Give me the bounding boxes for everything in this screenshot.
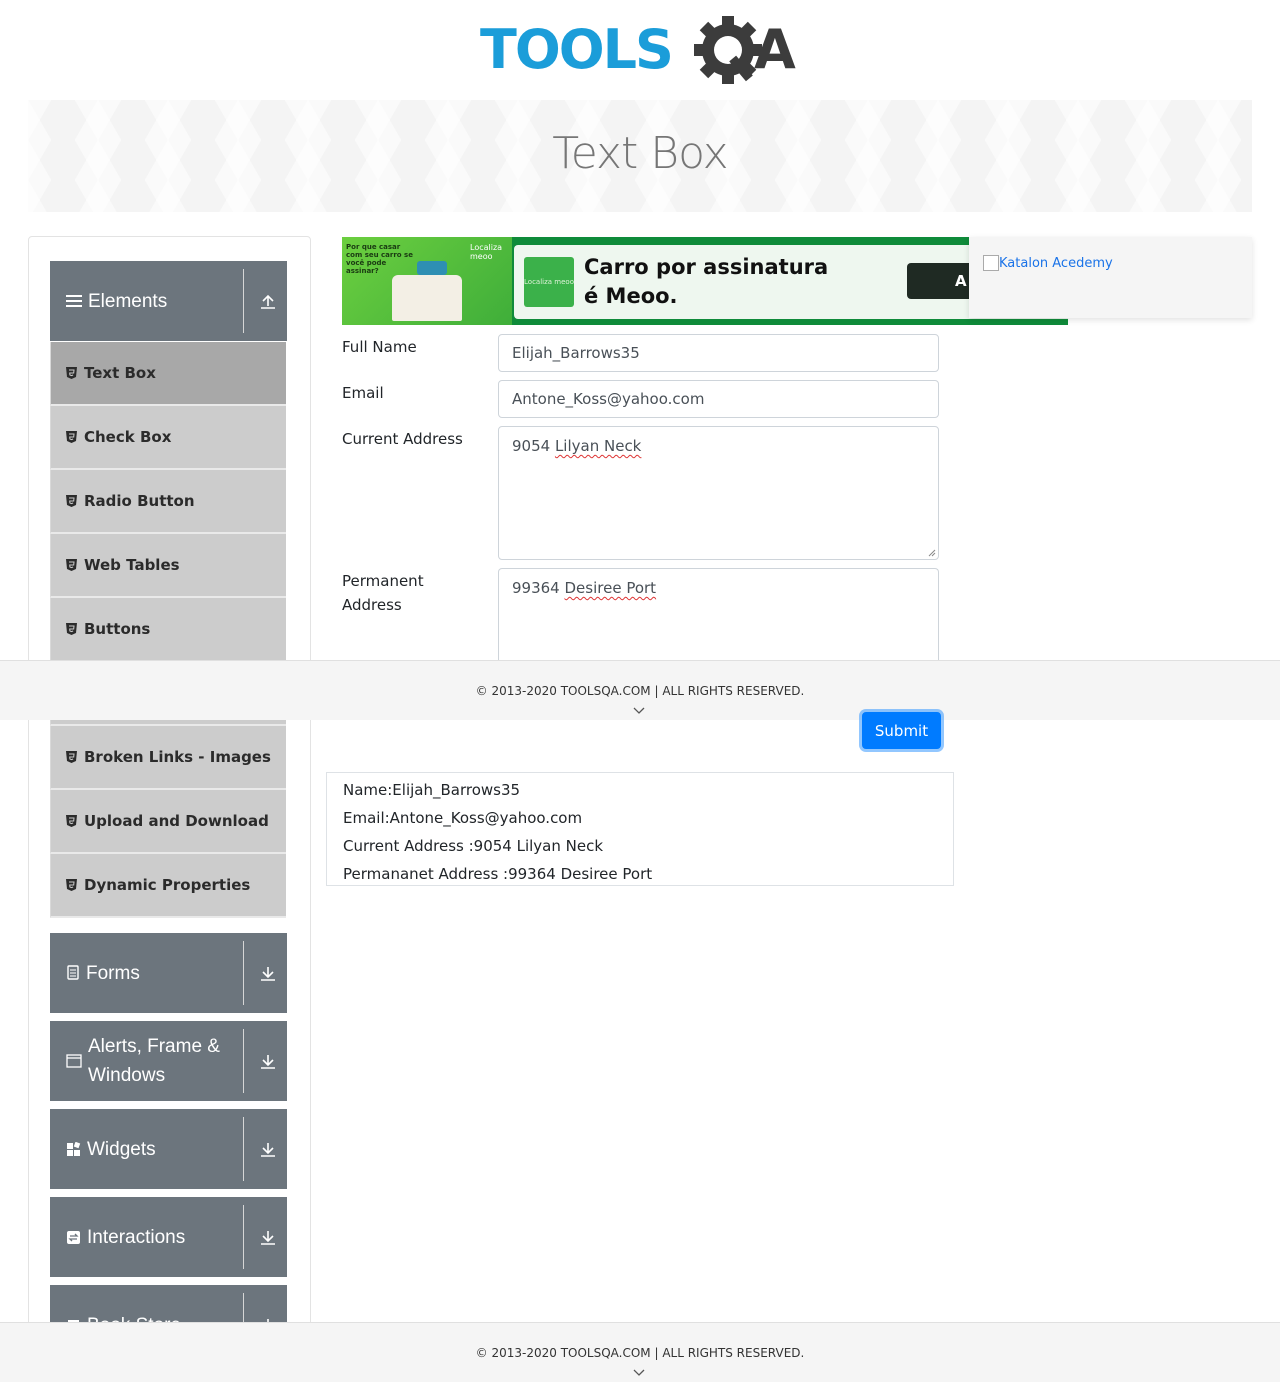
copyright-text: © 2013-2020 TOOLSQA.COM | ALL RIGHTS RES… xyxy=(475,684,805,698)
sidebar-item-text-box[interactable]: Text Box xyxy=(50,342,286,406)
html5-icon xyxy=(66,815,77,827)
html5-icon xyxy=(66,623,77,635)
group-label: Alerts, Frame & Windows xyxy=(88,1036,220,1086)
sidebar-item-label: Radio Button xyxy=(84,492,195,510)
cake-illustration xyxy=(392,275,462,321)
expand-arrow-icon[interactable] xyxy=(258,1227,278,1247)
group-label: Interactions xyxy=(87,1226,186,1248)
full-name-input[interactable]: Elijah_Barrows35 xyxy=(498,334,939,372)
group-header-alerts[interactable]: Alerts, Frame & Windows xyxy=(50,1021,287,1101)
submit-button[interactable]: Submit xyxy=(862,712,941,749)
broken-image-icon xyxy=(983,255,999,271)
permanent-address-label: Permanent Address xyxy=(342,572,424,614)
current-address-label: Current Address xyxy=(342,430,463,448)
divider xyxy=(243,269,244,333)
sidebar-item-label: Upload and Download xyxy=(84,812,269,830)
side-advertisement[interactable]: Katalon Acedemy xyxy=(969,237,1252,318)
sidebar-item-label: Dynamic Properties xyxy=(84,876,251,894)
output-email: Email:Antone_Koss@yahoo.com xyxy=(343,809,583,827)
hamburger-icon xyxy=(66,295,82,307)
expand-arrow-icon[interactable] xyxy=(258,963,278,983)
output-name: Name:Elijah_Barrows35 xyxy=(343,781,521,799)
image-alt-text: Katalon Acedemy xyxy=(999,255,1113,271)
logo-text-a: A xyxy=(754,18,796,81)
divider xyxy=(243,941,244,1005)
html5-icon xyxy=(66,495,77,507)
ad-logo: Localiza meoo xyxy=(524,257,574,307)
widgets-icon xyxy=(67,1141,81,1156)
advertisement-banner[interactable]: Por que casar com seu carro se você pode… xyxy=(342,237,1068,325)
group-header-interactions[interactable]: Interactions xyxy=(50,1197,287,1277)
sidebar-item-label: Check Box xyxy=(84,428,172,446)
divider xyxy=(243,1117,244,1181)
gear-icon xyxy=(694,16,762,84)
expand-arrow-icon[interactable] xyxy=(258,1139,278,1159)
group-label: Elements xyxy=(88,290,168,312)
document-icon xyxy=(67,965,79,980)
full-name-label: Full Name xyxy=(342,338,417,356)
ad-headline: Carro por assinatura é Meoo. xyxy=(584,255,829,308)
sidebar-item-label: Text Box xyxy=(84,364,156,382)
current-address-textarea[interactable]: 9054 Lilyan Neck xyxy=(498,426,939,560)
sidebar-item-upload-download[interactable]: Upload and Download xyxy=(50,790,286,854)
sidebar-item-buttons[interactable]: Buttons xyxy=(50,598,286,662)
sidebar-item-label: Web Tables xyxy=(84,556,180,574)
html5-icon xyxy=(66,559,77,571)
page-footer: © 2013-2020 TOOLSQA.COM | ALL RIGHTS RES… xyxy=(0,1322,1280,1382)
html5-icon xyxy=(66,367,77,379)
collapse-arrow-icon[interactable] xyxy=(258,291,278,311)
email-label: Email xyxy=(342,384,384,402)
current-address-street: Lilyan Neck xyxy=(554,437,642,455)
group-label: Widgets xyxy=(87,1138,156,1160)
resize-handle-icon[interactable] xyxy=(926,547,936,557)
window-icon xyxy=(66,1054,82,1068)
sidebar-item-radio-button[interactable]: Radio Button xyxy=(50,470,286,534)
sidebar-item-web-tables[interactable]: Web Tables xyxy=(50,534,286,598)
email-input[interactable]: Antone_Koss@yahoo.com xyxy=(498,380,939,418)
expand-arrow-icon[interactable] xyxy=(258,1051,278,1071)
interactions-icon xyxy=(67,1230,80,1244)
ad-small-text: Por que casar com seu carro se você pode… xyxy=(346,243,413,275)
toolsqa-logo[interactable]: TOOLS A xyxy=(480,16,805,92)
group-header-elements[interactable]: Elements xyxy=(50,261,287,341)
html5-icon xyxy=(66,879,77,891)
sidebar-item-label: Buttons xyxy=(84,620,151,638)
group-header-forms[interactable]: Forms xyxy=(50,933,287,1013)
group-header-widgets[interactable]: Widgets xyxy=(50,1109,287,1189)
ad-brand: Localiza meoo xyxy=(470,243,503,261)
logo-text: TOOLS xyxy=(480,18,672,81)
sidebar-item-broken-links[interactable]: Broken Links - Images xyxy=(50,726,286,790)
ad-image: Por que casar com seu carro se você pode… xyxy=(342,237,512,325)
chevron-down-icon[interactable] xyxy=(633,707,645,715)
html5-icon xyxy=(66,431,77,443)
output-panel: Name:Elijah_Barrows35 Email:Antone_Koss@… xyxy=(326,772,954,886)
permanent-address-number: 99364 xyxy=(512,579,565,597)
output-permanent-address: Permananet Address :99364 Desiree Port xyxy=(343,865,653,883)
copyright-text: © 2013-2020 TOOLSQA.COM | ALL RIGHTS RES… xyxy=(475,1346,805,1360)
permanent-address-street: Desiree Port xyxy=(564,579,657,597)
permanent-address-textarea[interactable]: 99364 Desiree Port xyxy=(498,568,939,668)
sidebar-item-label: Broken Links - Images xyxy=(84,748,271,766)
output-current-address: Current Address :9054 Lilyan Neck xyxy=(343,837,604,855)
page-title: Text Box xyxy=(552,128,728,179)
current-address-number: 9054 xyxy=(512,437,555,455)
chevron-down-icon[interactable] xyxy=(633,1369,645,1377)
html5-icon xyxy=(66,751,77,763)
sidebar-item-check-box[interactable]: Check Box xyxy=(50,406,286,470)
divider xyxy=(243,1205,244,1269)
car-illustration xyxy=(417,261,447,275)
sidebar-item-dynamic-properties[interactable]: Dynamic Properties xyxy=(50,854,286,918)
group-label: Forms xyxy=(86,962,140,984)
footer-overlay: © 2013-2020 TOOLSQA.COM | ALL RIGHTS RES… xyxy=(0,660,1280,720)
divider xyxy=(243,1029,244,1093)
